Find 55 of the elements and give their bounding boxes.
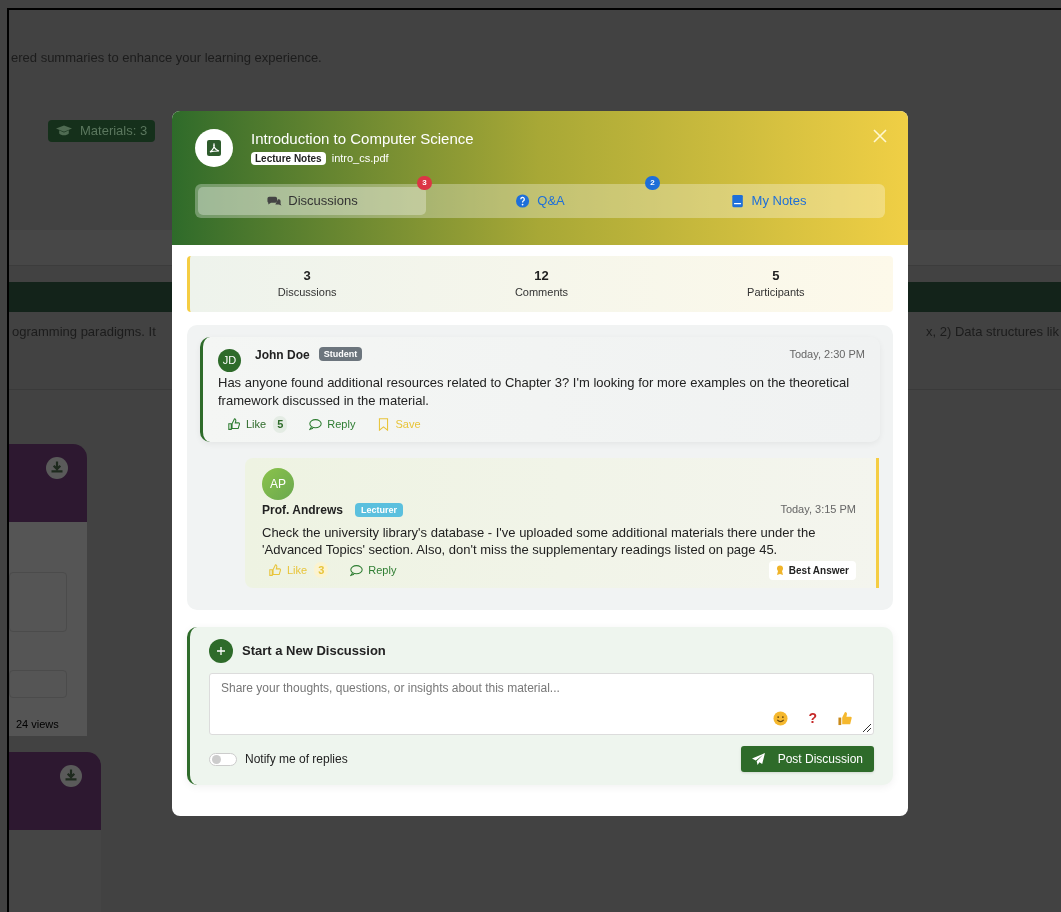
pdf-file-icon bbox=[207, 140, 221, 156]
section-title: Start a New Discussion bbox=[242, 642, 386, 661]
modal-title: Introduction to Computer Science bbox=[251, 129, 474, 150]
post-button[interactable]: Post Discussion bbox=[740, 746, 874, 772]
speech-bubble-icon bbox=[350, 563, 364, 577]
role-tag: Lecturer bbox=[354, 502, 403, 517]
download-icon[interactable] bbox=[46, 457, 68, 479]
thumbs-up-icon[interactable] bbox=[837, 711, 853, 726]
close-icon[interactable] bbox=[873, 129, 887, 143]
category-tag: Lecture Notes bbox=[251, 152, 326, 165]
stat-label: Comments bbox=[514, 284, 569, 300]
stat-label: Discussions bbox=[277, 284, 337, 300]
download-icon[interactable] bbox=[60, 765, 82, 787]
stat-value: 3 bbox=[303, 267, 311, 284]
speech-bubble-icon bbox=[309, 417, 323, 431]
notebook-icon bbox=[729, 194, 746, 208]
count-badge: 3 bbox=[417, 176, 432, 190]
author-name: Prof. Andrews bbox=[262, 501, 343, 519]
reply-text: Check the university library's database - I've uploaded some additional materials there under the 'Advanced Topics' section. Also, don't miss the supplementary readings listed on page 45. bbox=[262, 523, 817, 558]
toggle-switch[interactable] bbox=[209, 752, 237, 766]
toggle-label: Notify me of replies bbox=[245, 751, 348, 768]
reply-button[interactable]: Reply bbox=[350, 561, 397, 579]
award-icon bbox=[775, 565, 784, 575]
thumbs-up-icon bbox=[269, 563, 282, 577]
timestamp: Today, 2:30 PM bbox=[789, 347, 865, 362]
materials-badge: Materials: 3 bbox=[48, 119, 156, 142]
file-name: intro_cs.pdf bbox=[331, 151, 389, 167]
discussion-input[interactable]: Share your thoughts, questions, or insights about this material... ? bbox=[209, 673, 874, 735]
stat-value: 5 bbox=[772, 267, 780, 284]
views-count: 24 views bbox=[15, 717, 60, 732]
question-button[interactable]: ? bbox=[808, 711, 817, 726]
reply-button[interactable]: Reply bbox=[309, 416, 356, 433]
resize-handle-icon bbox=[862, 723, 872, 733]
tab[interactable]: My Notes bbox=[654, 187, 882, 215]
stat-label: Participants bbox=[747, 284, 805, 300]
stat-value: 12 bbox=[534, 267, 549, 284]
user-avatar: JD bbox=[218, 349, 241, 372]
role-tag: Student bbox=[318, 347, 363, 361]
question-icon bbox=[515, 194, 532, 208]
chat-bubbles-icon bbox=[266, 194, 283, 208]
thumbs-up-icon bbox=[228, 417, 241, 431]
comment-text: Has anyone found additional resources related to Chapter 3? I'm looking for more examples on the theoretical framework discussed in the material. bbox=[218, 374, 851, 410]
paper-plane-icon bbox=[751, 753, 765, 765]
graduation-cap-icon bbox=[56, 124, 72, 137]
tab[interactable]: Q&A bbox=[426, 187, 654, 215]
author-name: John Doe bbox=[255, 347, 310, 364]
plus-icon bbox=[217, 647, 225, 655]
user-avatar: AP bbox=[262, 467, 294, 500]
timestamp: Today, 3:15 PM bbox=[780, 502, 856, 518]
tab[interactable]: Discussions bbox=[198, 187, 426, 215]
best-answer-badge: Best Answer bbox=[768, 560, 856, 580]
count-badge: 2 bbox=[645, 176, 660, 190]
smiley-icon[interactable] bbox=[773, 711, 789, 726]
like-button[interactable]: Like 5 bbox=[228, 416, 288, 433]
bookmark-icon bbox=[377, 417, 391, 431]
